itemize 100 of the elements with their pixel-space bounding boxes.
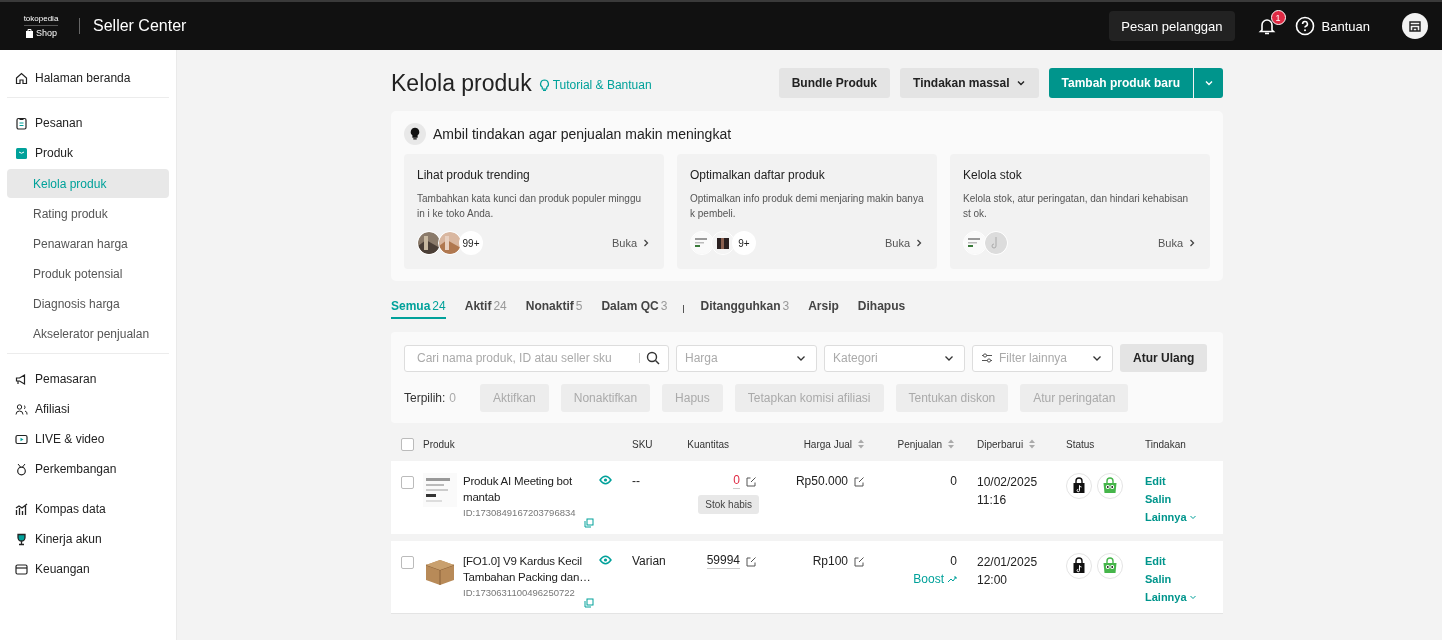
tab[interactable]: Ditangguhkan 3 <box>700 299 790 319</box>
reset-button[interactable]: Atur Ulang <box>1120 344 1208 372</box>
sidebar-subitem[interactable]: Rating produk <box>7 199 169 228</box>
sidebar-item[interactable]: Pemasaran <box>7 364 169 394</box>
edit-icon[interactable] <box>854 555 865 567</box>
sort-icon[interactable] <box>1028 438 1037 450</box>
eye-icon[interactable] <box>599 555 612 565</box>
column-header: SKU <box>632 438 654 450</box>
sidebar-item[interactable]: LIVE & video <box>7 424 169 454</box>
card-title: Lihat produk trending <box>417 168 531 182</box>
edit-icon[interactable] <box>746 555 757 567</box>
more-count: 9+ <box>732 231 756 255</box>
price-value: Rp50.000 <box>795 473 848 489</box>
updated-time: 12:00 <box>977 572 1009 589</box>
checkbox[interactable] <box>401 556 414 569</box>
page-title: Kelola produk <box>391 69 532 97</box>
open-link[interactable]: Buka <box>1157 237 1197 249</box>
sidebar-subitem[interactable]: Produk potensial <box>7 259 169 288</box>
filter-icon <box>981 352 993 364</box>
quantity-value[interactable]: 59994 <box>706 553 740 569</box>
column-header[interactable]: Penjualan <box>871 438 961 450</box>
chevron-icon <box>1188 513 1197 521</box>
tab[interactable]: Aktif 24 <box>464 299 507 319</box>
owl-bag-icon <box>1097 553 1123 579</box>
tab[interactable]: Nonaktif 5 <box>525 299 583 319</box>
open-link[interactable]: Buka <box>611 237 651 249</box>
store-avatar-icon[interactable] <box>1402 13 1428 39</box>
open-link[interactable]: Buka <box>884 237 924 249</box>
shopping-bag-icon <box>1066 473 1092 499</box>
action-button[interactable]: Bundle Produk <box>778 68 891 98</box>
shopping-bag-icon <box>1066 553 1092 579</box>
dropdown-button[interactable] <box>1194 68 1223 98</box>
card-title: Optimalkan daftar produk <box>690 168 826 182</box>
sku-cell-text: Varian <box>632 553 667 569</box>
sidebar-item[interactable]: Perkembangan <box>7 454 169 484</box>
notification-badge: 1 <box>1270 10 1286 25</box>
recommendation-card[interactable]: Lihat produk trending Tambahkan kata kunci dan produk populer minggu in i ke toko Anda. 99+ Buka <box>404 154 664 269</box>
sort-icon[interactable] <box>857 438 865 450</box>
search-input[interactable]: Cari nama produk, ID atau seller sku <box>415 350 633 366</box>
clipboard-icon <box>15 116 28 130</box>
tab[interactable]: Dihapus <box>857 299 906 319</box>
sidebar-subitem[interactable]: Akselerator penjualan <box>7 319 169 348</box>
sidebar-item[interactable]: Keuangan <box>7 554 169 584</box>
card-description: Tambahkan kata kunci dan produk populer minggu in i ke toko Anda. <box>417 192 643 221</box>
action-link[interactable]: Edit <box>1145 473 1223 489</box>
edit-icon[interactable] <box>854 475 865 487</box>
logo[interactable]: tokopedia Shop <box>20 14 62 38</box>
sidebar-subitem[interactable]: Penawaran harga <box>7 229 169 258</box>
app-title: Seller Center <box>93 17 187 35</box>
help-link[interactable]: Bantuan <box>1294 16 1370 36</box>
sales-value: 0 <box>950 473 957 489</box>
eye-icon[interactable] <box>599 475 612 485</box>
sidebar-subitem[interactable]: Diagnosis harga <box>7 289 169 318</box>
copy-icon[interactable] <box>584 598 594 608</box>
quantity-value[interactable]: 0 <box>733 473 740 489</box>
sidebar-item[interactable]: Pesanan <box>7 108 169 138</box>
price-value: Rp100 <box>812 553 848 569</box>
sales-value: 0 <box>950 553 957 569</box>
chevron-icon <box>1187 238 1197 248</box>
checkbox[interactable] <box>401 437 414 451</box>
column-header[interactable]: Harga Jual <box>759 438 871 450</box>
checkbox[interactable] <box>401 476 414 489</box>
chevron-icon <box>1092 353 1102 363</box>
tab[interactable]: Arsip <box>808 299 839 319</box>
sidebar-item[interactable]: Kompas data <box>7 494 169 524</box>
medal-icon <box>15 462 28 476</box>
bell-icon[interactable] <box>1256 16 1277 36</box>
product-name[interactable]: [FO1.0] V9 Kardus Kecil Tambahan Packing dan… <box>463 553 599 585</box>
stock-badge: Stok habis <box>698 495 759 514</box>
sidebar-item[interactable]: Kinerja akun <box>7 524 169 554</box>
edit-icon[interactable] <box>746 475 757 487</box>
card-description: Kelola stok, atur peringatan, dan hindari kehabisan st ok. <box>963 192 1190 221</box>
action-button[interactable]: Tindakan massal <box>900 68 1039 98</box>
add-product-button[interactable]: Tambah produk baru <box>1048 68 1193 98</box>
action-link[interactable]: Lainnya <box>1145 589 1223 605</box>
action-link[interactable]: Salin <box>1145 571 1223 587</box>
column-header[interactable]: Diperbarui <box>961 438 1066 450</box>
home-icon <box>15 71 28 85</box>
recommendation-card[interactable]: Kelola stok Kelola stok, atur peringatan, dan hindari kehabisan st ok. Buka <box>950 154 1210 269</box>
bag-icon <box>25 28 34 38</box>
chevron-icon <box>1015 78 1026 88</box>
action-link[interactable]: Salin <box>1145 491 1223 507</box>
copy-icon[interactable] <box>584 518 594 528</box>
tab[interactable]: Dalam QC 3 <box>601 299 668 319</box>
sidebar-item[interactable]: Afiliasi <box>7 394 169 424</box>
owl-bag-icon <box>1097 473 1123 499</box>
chart-icon <box>15 502 28 516</box>
product-name[interactable]: Produk AI Meeting bot mantab <box>463 473 599 505</box>
column-header: Produk <box>423 438 456 450</box>
chevron-icon <box>796 353 806 363</box>
sidebar-item[interactable]: Halaman beranda <box>7 63 169 93</box>
video-icon <box>15 432 28 446</box>
action-link[interactable]: Lainnya <box>1145 509 1223 525</box>
message-button[interactable]: Pesan pelanggan <box>1109 11 1235 41</box>
card-title: Kelola stok <box>963 168 1023 182</box>
sidebar-item[interactable]: Produk <box>7 138 169 168</box>
sort-icon[interactable] <box>947 438 955 450</box>
search-field[interactable]: Cari nama produk, ID atau seller sku <box>404 344 669 372</box>
action-link[interactable]: Edit <box>1145 553 1223 569</box>
recommendation-card[interactable]: Optimalkan daftar produk Optimalkan info produk demi menjaring makin banya k pembeli. 9+ Buka <box>677 154 937 269</box>
